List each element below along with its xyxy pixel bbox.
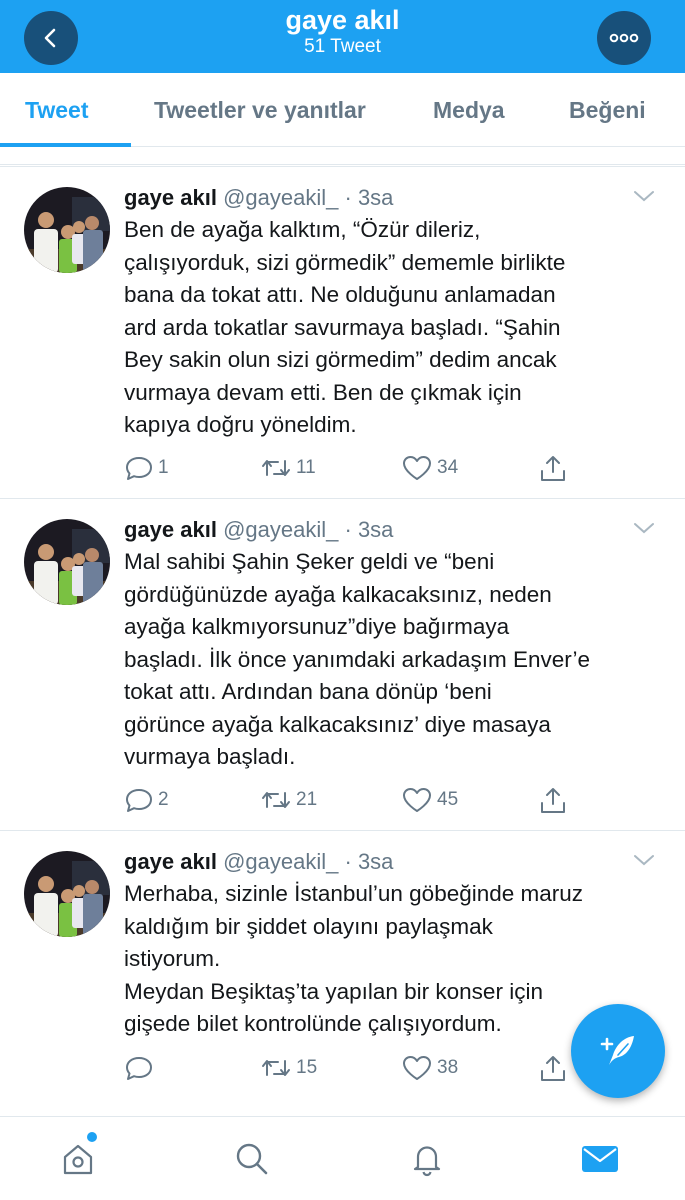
home-icon — [63, 1144, 93, 1175]
tweet-text: Ben de ayağa kalktım, “Özür dileriz, çal… — [124, 217, 566, 437]
tweet-author-name[interactable]: gaye akıl — [124, 849, 217, 874]
share-button[interactable] — [538, 451, 568, 485]
nav-home[interactable] — [58, 1139, 98, 1179]
retweet-icon — [262, 792, 290, 808]
tweet-count: 51 Tweet — [304, 36, 381, 57]
notification-dot — [87, 1132, 97, 1142]
tweet-author-handle[interactable]: @gayeakil_ — [223, 517, 338, 542]
search-icon — [236, 1143, 268, 1175]
tweet-item[interactable]: gaye akıl @gayeakil_ · 3sa Mal sahibi Şa… — [0, 498, 685, 830]
like-button[interactable]: 34 — [401, 451, 458, 485]
tweet-author-name[interactable]: gaye akıl — [124, 517, 217, 542]
tweet-time: · 3sa — [344, 849, 394, 874]
retweet-button[interactable]: 15 — [260, 1051, 317, 1085]
share-button[interactable] — [538, 783, 568, 817]
messages-envelope-icon — [582, 1146, 618, 1172]
nav-search[interactable] — [232, 1139, 272, 1179]
retweet-icon — [262, 460, 290, 476]
tweet-menu-button[interactable] — [633, 189, 655, 208]
tweet-menu-button[interactable] — [633, 853, 655, 872]
share-button[interactable] — [538, 1051, 568, 1085]
profile-tabs: Tweet Tweetler ve yanıtlar Medya Beğeni — [0, 73, 685, 147]
reply-button[interactable] — [124, 1051, 158, 1085]
tab-tweet[interactable]: Tweet — [25, 73, 88, 147]
reply-icon — [126, 1057, 152, 1080]
retweet-button[interactable]: 11 — [260, 451, 316, 485]
chevron-down-icon — [634, 855, 654, 866]
reply-button[interactable]: 2 — [124, 783, 169, 817]
tweet-author-handle[interactable]: @gayeakil_ — [223, 849, 338, 874]
reply-count: 2 — [158, 789, 169, 810]
divider — [0, 164, 685, 165]
tweet-time: · 3sa — [344, 517, 394, 542]
avatar[interactable] — [24, 187, 110, 273]
like-count: 34 — [437, 457, 459, 478]
share-icon — [541, 456, 565, 481]
chevron-down-icon — [634, 523, 654, 534]
profile-header: gaye akıl 51 Tweet — [0, 0, 685, 73]
heart-icon — [403, 1056, 431, 1080]
tweet-actions: 2 21 45 — [124, 783, 664, 817]
retweet-count: 21 — [296, 789, 318, 810]
share-icon — [541, 788, 565, 813]
tweet-text: Mal sahibi Şahin Şeker geldi ve “beni gö… — [124, 549, 591, 769]
tab-media[interactable]: Medya — [433, 73, 505, 147]
tweet-header: gaye akıl @gayeakil_ · 3sa — [124, 183, 393, 213]
retweet-count: 15 — [296, 1057, 318, 1078]
reply-icon — [126, 789, 152, 812]
like-button[interactable]: 38 — [401, 1051, 458, 1085]
heart-icon — [403, 456, 431, 480]
tweet-author-name[interactable]: gaye akıl — [124, 185, 217, 210]
tweet-header: gaye akıl @gayeakil_ · 3sa — [124, 847, 393, 877]
tweet-menu-button[interactable] — [633, 521, 655, 540]
more-dots-icon — [609, 33, 639, 43]
reply-count: 1 — [158, 457, 169, 478]
tweet-item[interactable]: gaye akıl @gayeakil_ · 3sa Ben de ayağa … — [0, 166, 685, 498]
nav-notifications[interactable] — [407, 1139, 447, 1179]
tweet-time: · 3sa — [344, 185, 394, 210]
tweet-header: gaye akıl @gayeakil_ · 3sa — [124, 515, 393, 545]
notifications-bell-icon — [413, 1146, 441, 1177]
bottom-navigation — [0, 1116, 685, 1200]
more-options-button[interactable] — [597, 11, 651, 65]
tweet-author-handle[interactable]: @gayeakil_ — [223, 185, 338, 210]
heart-icon — [403, 788, 431, 812]
like-button[interactable]: 45 — [401, 783, 458, 817]
tweet-actions: 1 11 34 — [124, 451, 664, 485]
active-tab-indicator — [0, 143, 131, 147]
compose-tweet-icon — [600, 1036, 634, 1065]
reply-icon — [126, 457, 152, 480]
tab-likes[interactable]: Beğeni — [569, 73, 646, 147]
tab-tweets-and-replies[interactable]: Tweetler ve yanıtlar — [154, 73, 366, 147]
tweet-text: Merhaba, sizinle İstanbul’un göbeğinde m… — [124, 881, 584, 1036]
retweet-count: 11 — [296, 457, 316, 478]
like-count: 38 — [437, 1057, 459, 1078]
reply-button[interactable]: 1 — [124, 451, 169, 485]
retweet-icon — [262, 1060, 290, 1076]
compose-tweet-button[interactable] — [571, 1004, 665, 1098]
avatar[interactable] — [24, 519, 110, 605]
nav-messages[interactable] — [580, 1139, 620, 1179]
avatar[interactable] — [24, 851, 110, 937]
profile-name: gaye akıl — [285, 5, 400, 35]
like-count: 45 — [437, 789, 459, 810]
chevron-down-icon — [634, 191, 654, 202]
retweet-button[interactable]: 21 — [260, 783, 317, 817]
share-icon — [541, 1056, 565, 1081]
